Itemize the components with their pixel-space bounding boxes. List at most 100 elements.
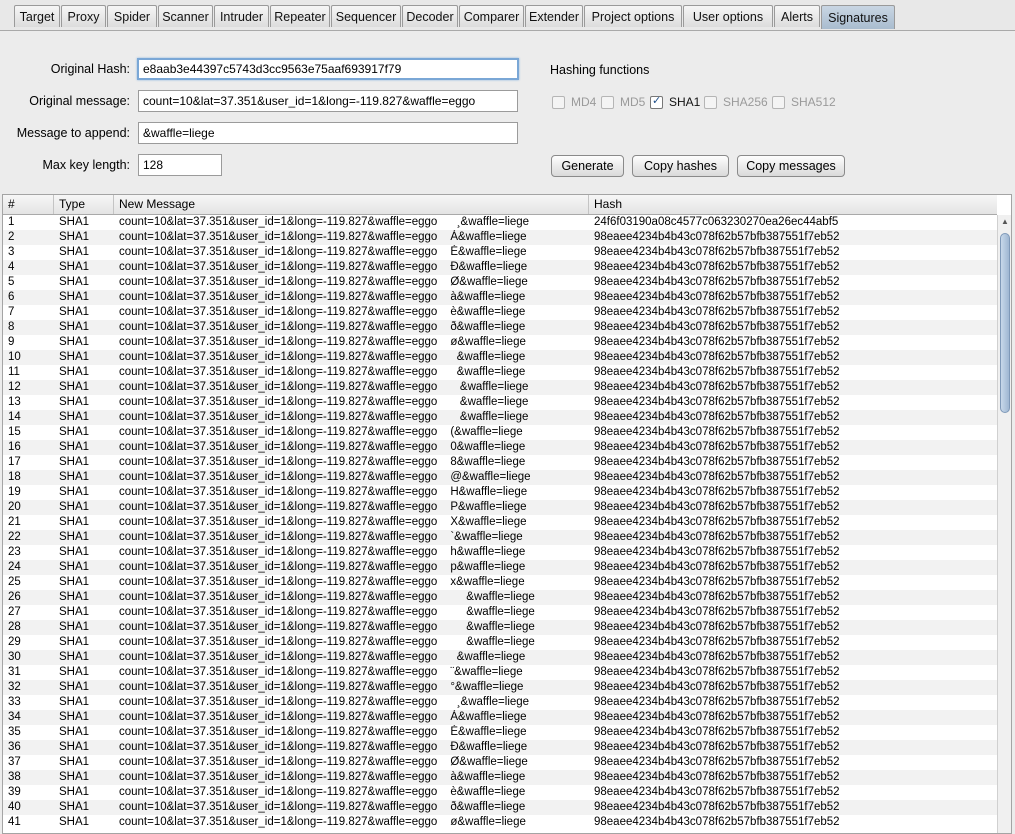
table-row[interactable]: 25 SHA1 98eaee4234b4b43c078f62b57bfb387551… bbox=[3, 575, 997, 590]
generate-button[interactable]: Generate bbox=[551, 155, 624, 177]
tab-alerts[interactable]: Alerts bbox=[774, 5, 820, 27]
md4-checkbox[interactable]: MD4 bbox=[552, 95, 596, 109]
table-row[interactable]: 38 SHA1 98eaee4234b4b43c078f62b57bfb387551… bbox=[3, 770, 997, 785]
row-new-message: count=10&lat=37.351&user_id=1&long=-119.… bbox=[114, 425, 589, 440]
table-row[interactable]: 18 SHA1 98eaee4234b4b43c078f62b57bfb387551… bbox=[3, 470, 997, 485]
copy-messages-button[interactable]: Copy messages bbox=[737, 155, 845, 177]
tab-user-options[interactable]: User options bbox=[683, 5, 773, 27]
table-row[interactable]: 13 SHA1 98eaee4234b4b43c078f62b57bfb387551… bbox=[3, 395, 997, 410]
tab-target[interactable]: Target bbox=[14, 5, 60, 27]
original-message-input[interactable]: count=10&lat=37.351&user_id=1&long=-119.… bbox=[138, 90, 518, 112]
row-message-suffix: ¸&waffle=liege bbox=[450, 216, 530, 228]
table-row[interactable]: 1 SHA1 24f6f03190a08c4577c063230270ea26ec4… bbox=[3, 215, 997, 230]
max-key-length-input[interactable]: 128 bbox=[138, 154, 222, 176]
tab-scanner[interactable]: Scanner bbox=[158, 5, 213, 27]
row-number: 7 bbox=[8, 306, 15, 318]
row-type: SHA1 bbox=[59, 756, 90, 768]
sha512-checkbox[interactable]: SHA512 bbox=[772, 95, 836, 109]
table-row[interactable]: 34 SHA1 98eaee4234b4b43c078f62b57bfb387551… bbox=[3, 710, 997, 725]
column-header-new-message[interactable]: New Message bbox=[114, 195, 589, 214]
row-new-message: count=10&lat=37.351&user_id=1&long=-119.… bbox=[114, 695, 589, 710]
table-row[interactable]: 14 SHA1 98eaee4234b4b43c078f62b57bfb387551… bbox=[3, 410, 997, 425]
table-row[interactable]: 35 SHA1 98eaee4234b4b43c078f62b57bfb387551… bbox=[3, 725, 997, 740]
row-number: 27 bbox=[8, 606, 21, 618]
table-row[interactable]: 22 SHA1 98eaee4234b4b43c078f62b57bfb387551… bbox=[3, 530, 997, 545]
row-number: 25 bbox=[8, 576, 21, 588]
row-type: SHA1 bbox=[59, 591, 90, 603]
tab-project-options[interactable]: Project options bbox=[584, 5, 682, 27]
table-row[interactable]: 3 SHA1 98eaee4234b4b43c078f62b57bfb387551f… bbox=[3, 245, 997, 260]
table-row[interactable]: 36 SHA1 98eaee4234b4b43c078f62b57bfb387551… bbox=[3, 740, 997, 755]
table-row[interactable]: 39 SHA1 98eaee4234b4b43c078f62b57bfb387551… bbox=[3, 785, 997, 800]
row-new-message: count=10&lat=37.351&user_id=1&long=-119.… bbox=[114, 755, 589, 770]
original-message-label: Original message: bbox=[29, 94, 130, 108]
row-message-suffix: Ø&waffle=liege bbox=[450, 276, 528, 288]
table-row[interactable]: 28 SHA1 98eaee4234b4b43c078f62b57bfb387551… bbox=[3, 620, 997, 635]
row-message-suffix: &waffle=liege bbox=[450, 351, 526, 363]
row-message-suffix: &waffle=liege bbox=[450, 591, 535, 603]
table-row[interactable]: 21 SHA1 98eaee4234b4b43c078f62b57bfb387551… bbox=[3, 515, 997, 530]
tab-decoder[interactable]: Decoder bbox=[402, 5, 458, 27]
md5-checkbox[interactable]: MD5 bbox=[601, 95, 645, 109]
table-row[interactable]: 37 SHA1 98eaee4234b4b43c078f62b57bfb387551… bbox=[3, 755, 997, 770]
row-new-message: count=10&lat=37.351&user_id=1&long=-119.… bbox=[114, 815, 589, 830]
table-row[interactable]: 16 SHA1 98eaee4234b4b43c078f62b57bfb387551… bbox=[3, 440, 997, 455]
row-hash: 98eaee4234b4b43c078f62b57bfb387551f7eb52 bbox=[594, 501, 840, 513]
tab-sequencer[interactable]: Sequencer bbox=[331, 5, 401, 27]
row-message-prefix: count=10&lat=37.351&user_id=1&long=-119.… bbox=[119, 411, 438, 423]
row-number: 20 bbox=[8, 501, 21, 513]
message-to-append-input[interactable]: &waffle=liege bbox=[138, 122, 518, 144]
table-row[interactable]: 15 SHA1 98eaee4234b4b43c078f62b57bfb387551… bbox=[3, 425, 997, 440]
sha1-checkbox[interactable]: SHA1 bbox=[650, 94, 700, 109]
column-header-type[interactable]: Type bbox=[54, 195, 114, 214]
vertical-scrollbar[interactable]: ▲ bbox=[997, 215, 1011, 833]
sha256-checkbox[interactable]: SHA256 bbox=[704, 95, 768, 109]
table-row[interactable]: 20 SHA1 98eaee4234b4b43c078f62b57bfb387551… bbox=[3, 500, 997, 515]
tab-repeater[interactable]: Repeater bbox=[270, 5, 330, 27]
table-row[interactable]: 10 SHA1 98eaee4234b4b43c078f62b57bfb387551… bbox=[3, 350, 997, 365]
message-to-append-label: Message to append: bbox=[16, 126, 130, 140]
table-row[interactable]: 5 SHA1 98eaee4234b4b43c078f62b57bfb387551f… bbox=[3, 275, 997, 290]
scrollbar-thumb[interactable] bbox=[1000, 233, 1010, 413]
table-row[interactable]: 19 SHA1 98eaee4234b4b43c078f62b57bfb387551… bbox=[3, 485, 997, 500]
table-row[interactable]: 41 SHA1 98eaee4234b4b43c078f62b57bfb387551… bbox=[3, 815, 997, 830]
table-row[interactable]: 7 SHA1 98eaee4234b4b43c078f62b57bfb387551f… bbox=[3, 305, 997, 320]
copy-hashes-button[interactable]: Copy hashes bbox=[632, 155, 729, 177]
table-row[interactable]: 11 SHA1 98eaee4234b4b43c078f62b57bfb387551… bbox=[3, 365, 997, 380]
table-row[interactable]: 6 SHA1 98eaee4234b4b43c078f62b57bfb387551f… bbox=[3, 290, 997, 305]
table-row[interactable]: 8 SHA1 98eaee4234b4b43c078f62b57bfb387551f… bbox=[3, 320, 997, 335]
table-row[interactable]: 31 SHA1 98eaee4234b4b43c078f62b57bfb387551… bbox=[3, 665, 997, 680]
row-number: 13 bbox=[8, 396, 21, 408]
table-row[interactable]: 17 SHA1 98eaee4234b4b43c078f62b57bfb387551… bbox=[3, 455, 997, 470]
row-message-suffix: (&waffle=liege bbox=[450, 426, 523, 438]
row-type: SHA1 bbox=[59, 741, 90, 753]
table-row[interactable]: 30 SHA1 98eaee4234b4b43c078f62b57bfb387551… bbox=[3, 650, 997, 665]
row-hash: 98eaee4234b4b43c078f62b57bfb387551f7eb52 bbox=[594, 561, 840, 573]
tab-comparer[interactable]: Comparer bbox=[459, 5, 524, 27]
table-row[interactable]: 29 SHA1 98eaee4234b4b43c078f62b57bfb387551… bbox=[3, 635, 997, 650]
table-row[interactable]: 23 SHA1 98eaee4234b4b43c078f62b57bfb387551… bbox=[3, 545, 997, 560]
table-row[interactable]: 24 SHA1 98eaee4234b4b43c078f62b57bfb387551… bbox=[3, 560, 997, 575]
row-number: 18 bbox=[8, 471, 21, 483]
table-row[interactable]: 40 SHA1 98eaee4234b4b43c078f62b57bfb387551… bbox=[3, 800, 997, 815]
table-row[interactable]: 33 SHA1 98eaee4234b4b43c078f62b57bfb387551… bbox=[3, 695, 997, 710]
column-header-hash[interactable]: Hash bbox=[589, 195, 997, 214]
table-row[interactable]: 2 SHA1 98eaee4234b4b43c078f62b57bfb387551f… bbox=[3, 230, 997, 245]
column-header-number[interactable]: # bbox=[3, 195, 54, 214]
table-row[interactable]: 26 SHA1 98eaee4234b4b43c078f62b57bfb387551… bbox=[3, 590, 997, 605]
table-row[interactable]: 12 SHA1 98eaee4234b4b43c078f62b57bfb387551… bbox=[3, 380, 997, 395]
table-row[interactable]: 32 SHA1 98eaee4234b4b43c078f62b57bfb387551… bbox=[3, 680, 997, 695]
row-type: SHA1 bbox=[59, 786, 90, 798]
table-row[interactable]: 27 SHA1 98eaee4234b4b43c078f62b57bfb387551… bbox=[3, 605, 997, 620]
original-hash-input[interactable]: e8aab3e44397c5743d3cc9563e75aaf693917f79 bbox=[137, 58, 519, 80]
tab-proxy[interactable]: Proxy bbox=[61, 5, 106, 27]
scroll-up-arrow-icon[interactable]: ▲ bbox=[998, 215, 1011, 229]
table-row[interactable]: 4 SHA1 98eaee4234b4b43c078f62b57bfb387551f… bbox=[3, 260, 997, 275]
row-message-prefix: count=10&lat=37.351&user_id=1&long=-119.… bbox=[119, 576, 438, 588]
tab-signatures[interactable]: Signatures bbox=[821, 5, 895, 29]
row-type: SHA1 bbox=[59, 531, 90, 543]
tab-spider[interactable]: Spider bbox=[107, 5, 157, 27]
tab-intruder[interactable]: Intruder bbox=[214, 5, 269, 27]
tab-extender[interactable]: Extender bbox=[525, 5, 583, 27]
table-row[interactable]: 9 SHA1 98eaee4234b4b43c078f62b57bfb387551f… bbox=[3, 335, 997, 350]
